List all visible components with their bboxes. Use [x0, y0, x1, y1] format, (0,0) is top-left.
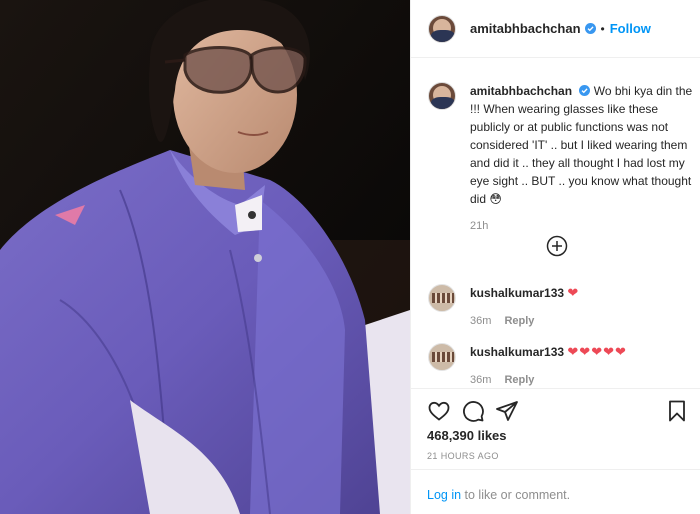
post-photo[interactable]: [0, 0, 410, 514]
bookmark-icon[interactable]: [665, 399, 689, 423]
caption-body: Wo bhi kya din the !!! When wearing glas…: [470, 84, 693, 206]
commenter-username[interactable]: kushalkumar133: [470, 345, 564, 359]
caption: amitabhbachchan Wo bhi kya din the !!! W…: [428, 82, 693, 232]
comment-text: kushalkumar133 ❤: [470, 284, 693, 302]
separator-dot: •: [600, 21, 605, 36]
comment-icon[interactable]: [461, 399, 485, 423]
paper-plane-icon[interactable]: [495, 399, 519, 423]
verified-badge-icon: [579, 85, 591, 96]
comment-text: kushalkumar133 ❤❤❤❤❤: [470, 343, 693, 361]
comment-body: ❤: [567, 285, 580, 300]
login-prompt-text: to like or comment.: [461, 488, 571, 502]
verified-badge-icon: [584, 23, 596, 34]
follow-button[interactable]: Follow: [610, 21, 651, 36]
post-actions: 468,390 likes 21 HOURS AGO Log in to lik…: [411, 388, 700, 514]
commenter-avatar[interactable]: [428, 284, 456, 312]
login-link[interactable]: Log in: [427, 488, 461, 502]
author-avatar[interactable]: [428, 14, 456, 43]
caption-username[interactable]: amitabhbachchan: [470, 84, 572, 98]
caption-text: amitabhbachchan Wo bhi kya din the !!! W…: [470, 82, 693, 208]
post-timestamp[interactable]: 21 HOURS AGO: [427, 451, 499, 461]
caption-avatar[interactable]: [428, 82, 456, 110]
likes-count[interactable]: 468,390 likes: [427, 428, 507, 443]
post-sidebar: amitabhbachchan • Follow amitabhbachchan…: [410, 0, 700, 514]
comments-list[interactable]: amitabhbachchan Wo bhi kya din the !!! W…: [411, 58, 700, 388]
comment-item: kushalkumar133 ❤ 36m Reply: [428, 284, 693, 327]
comment-body: ❤❤❤❤❤: [567, 344, 627, 359]
reply-button[interactable]: Reply: [504, 315, 534, 327]
commenter-avatar[interactable]: [428, 343, 456, 371]
comment-item: kushalkumar133 ❤❤❤❤❤ 36m Reply: [428, 343, 693, 386]
login-prompt: Log in to like or comment.: [411, 469, 700, 514]
commenter-username[interactable]: kushalkumar133: [470, 286, 564, 300]
post-image: [0, 0, 410, 514]
plus-circle-icon[interactable]: [546, 235, 568, 257]
comment-time[interactable]: 36m: [470, 374, 491, 386]
comment-meta: 36m Reply: [470, 315, 693, 327]
caption-time[interactable]: 21h: [470, 220, 693, 232]
action-icons: [427, 399, 689, 423]
comment-time[interactable]: 36m: [470, 315, 491, 327]
post-header: amitabhbachchan • Follow: [411, 0, 700, 58]
comment-meta: 36m Reply: [470, 374, 693, 386]
reply-button[interactable]: Reply: [504, 374, 534, 386]
author-username[interactable]: amitabhbachchan: [470, 21, 581, 36]
heart-outline-icon[interactable]: [427, 399, 451, 423]
